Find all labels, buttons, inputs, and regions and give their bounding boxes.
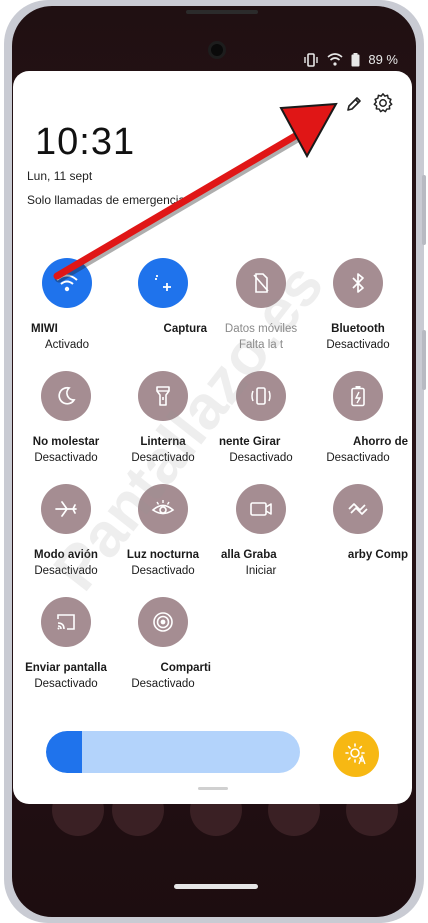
tile-status: Desactivado <box>131 565 195 577</box>
tile-label: alla Graba <box>221 549 277 561</box>
tile-label: nente Girar <box>219 436 281 448</box>
tile-screenshot-button[interactable] <box>138 258 188 308</box>
tile-mobile-data[interactable]: Datos móviles Falta la t <box>211 258 311 353</box>
tile-label: No molestar <box>32 436 100 448</box>
tile-nearby-share[interactable]: arby Comp <box>308 484 408 563</box>
tile-night-light-button[interactable] <box>138 484 188 534</box>
tile-wifi-button[interactable] <box>42 258 92 308</box>
date-label[interactable]: Lun, 11 sept <box>27 169 92 183</box>
tile-airplane-mode-button[interactable] <box>41 484 91 534</box>
earpiece-speaker <box>186 10 258 14</box>
brightness-slider[interactable] <box>46 731 300 773</box>
rotate-icon <box>251 387 271 405</box>
tile-label: Enviar pantalla <box>25 662 107 674</box>
tile-label: arby Comp <box>347 549 408 561</box>
tile-status: Desactivado <box>34 452 98 464</box>
tile-status: Desactivado <box>34 678 98 690</box>
panel-drag-handle[interactable] <box>198 787 228 790</box>
battery-saver-icon <box>351 386 365 407</box>
tile-cast-screen[interactable]: Enviar pantalla Desactivado <box>16 597 116 692</box>
auto-brightness-button[interactable] <box>333 731 379 777</box>
tile-status: Desactivado <box>326 452 390 464</box>
tile-screen-recorder[interactable]: alla Graba Iniciar <box>211 484 311 579</box>
settings-button[interactable] <box>370 90 396 116</box>
screen-record-icon <box>250 502 272 516</box>
tile-do-not-disturb-button[interactable] <box>41 371 91 421</box>
tile-hotspot[interactable]: Comparti Desactivado <box>113 597 213 692</box>
battery-icon <box>351 52 360 67</box>
clock[interactable]: 10:31 <box>35 121 135 164</box>
tile-status: Activado <box>44 339 90 351</box>
tile-status: Desactivado <box>326 339 390 351</box>
mobile-data-icon <box>253 273 269 293</box>
flashlight-icon <box>156 386 170 406</box>
tile-status: Desactivado <box>229 452 293 464</box>
nearby-share-icon <box>348 503 368 515</box>
tile-battery-saver[interactable]: Ahorro de Desactivado <box>308 371 408 466</box>
battery-percentage: 89 % <box>368 52 398 67</box>
tile-label: Captura <box>163 323 207 335</box>
brightness-slider-fill <box>46 731 82 773</box>
hotspot-icon <box>153 612 173 632</box>
screenshot-icon <box>155 275 171 291</box>
tile-label: Modo avión <box>34 549 98 561</box>
bluetooth-icon <box>352 273 364 293</box>
tile-flashlight-button[interactable] <box>138 371 188 421</box>
vibrate-icon <box>303 52 319 67</box>
tile-label: Ahorro de <box>353 436 408 448</box>
tile-label: Bluetooth <box>331 323 385 335</box>
tile-status: Desactivado <box>34 565 98 577</box>
tile-label: MIWI <box>31 323 58 335</box>
volume-button <box>422 175 426 245</box>
tile-screen-recorder-button[interactable] <box>236 484 286 534</box>
tile-nearby-share-button[interactable] <box>333 484 383 534</box>
power-button <box>422 330 426 390</box>
wifi-status-icon <box>327 53 343 66</box>
tile-status: Desactivado <box>131 452 195 464</box>
moon-icon <box>58 386 76 405</box>
tile-status: Desactivado <box>131 678 195 690</box>
tile-flashlight[interactable]: Linterna Desactivado <box>113 371 213 466</box>
carrier-status: Solo llamadas de emergencia <box>27 193 186 207</box>
tile-night-light[interactable]: Luz nocturna Desactivado <box>113 484 213 579</box>
tile-bluetooth[interactable]: Bluetooth Desactivado <box>308 258 408 353</box>
tile-label: Luz nocturna <box>126 549 200 561</box>
tile-cast-screen-button[interactable] <box>41 597 91 647</box>
tile-do-not-disturb[interactable]: No molestar Desactivado <box>16 371 116 466</box>
tile-auto-rotate[interactable]: nente Girar Desactivado <box>211 371 311 466</box>
wifi-icon <box>56 274 78 292</box>
eye-icon <box>151 500 175 515</box>
status-bar: 89 % <box>303 52 398 67</box>
tile-screenshot[interactable]: Captura <box>113 258 213 337</box>
gesture-navigation-bar[interactable] <box>174 884 258 889</box>
auto-brightness-icon <box>345 743 366 765</box>
tile-label: Comparti <box>160 662 211 674</box>
gear-icon <box>373 93 393 113</box>
tile-airplane-mode[interactable]: Modo avión Desactivado <box>16 484 116 579</box>
airplane-icon <box>55 501 77 517</box>
tile-status: Iniciar <box>245 565 277 577</box>
tile-bluetooth-button[interactable] <box>333 258 383 308</box>
cast-icon <box>57 614 75 630</box>
tile-hotspot-button[interactable] <box>138 597 188 647</box>
quick-settings-panel: 10:31 Lun, 11 sept Solo llamadas de emer… <box>13 71 412 804</box>
tile-label: Datos móviles <box>224 323 298 335</box>
front-camera <box>208 41 226 59</box>
tile-status: Falta la t <box>238 339 284 351</box>
pencil-icon <box>347 97 361 111</box>
tile-battery-saver-button[interactable] <box>333 371 383 421</box>
edit-tiles-button[interactable] <box>342 92 366 116</box>
tile-wifi[interactable]: MIWI Activado <box>17 258 117 353</box>
tile-auto-rotate-button[interactable] <box>236 371 286 421</box>
tile-label: Linterna <box>140 436 186 448</box>
tile-mobile-data-button[interactable] <box>236 258 286 308</box>
